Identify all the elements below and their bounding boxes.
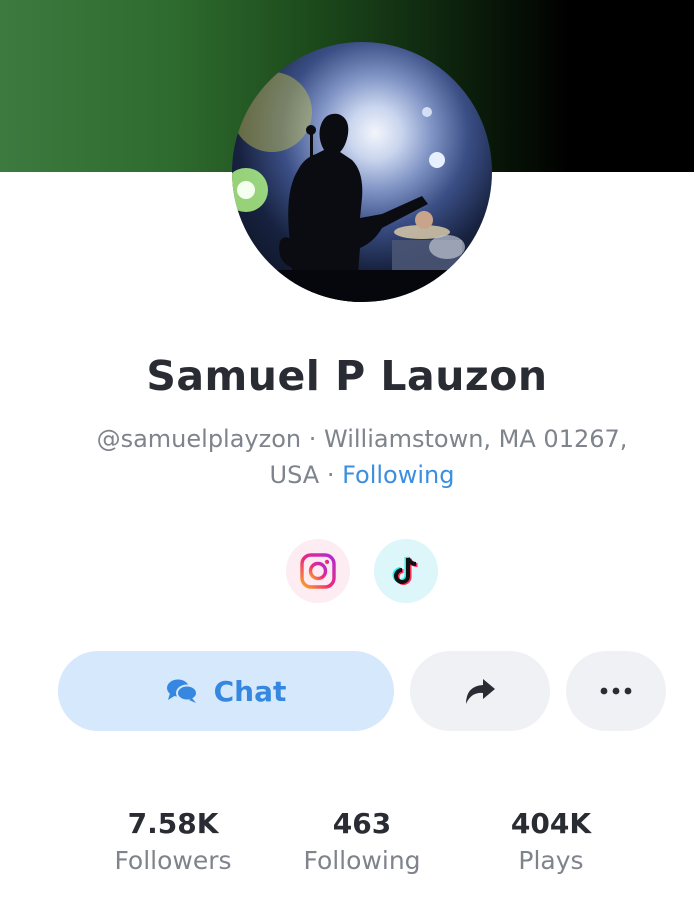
stat-label: Followers — [114, 846, 232, 875]
avatar-photo — [232, 72, 492, 302]
tiktok-icon — [392, 556, 418, 585]
profile-handle: @samuelplayzon — [96, 425, 302, 453]
stat-followers[interactable]: 7.58K Followers — [73, 806, 273, 880]
stat-value: 7.58K — [127, 807, 219, 840]
tiktok-link[interactable] — [374, 539, 438, 603]
follow-status-link[interactable]: Following — [342, 461, 454, 489]
chat-bubbles-icon — [166, 679, 198, 703]
profile-name: Samuel P Lauzon — [146, 352, 548, 400]
profile-meta: @samuelplayzon · Williamstown, MA 01267,… — [72, 421, 652, 493]
stat-label: Plays — [518, 846, 584, 875]
instagram-link[interactable] — [286, 539, 350, 603]
meta-separator: · — [301, 425, 325, 453]
share-arrow-icon — [466, 679, 495, 704]
stat-value: 404K — [510, 807, 592, 840]
profile-location-country: USA — [269, 461, 320, 489]
more-options-button[interactable] — [566, 651, 666, 731]
ellipsis-icon — [600, 687, 632, 695]
stat-following[interactable]: 463 Following — [262, 806, 462, 880]
chat-button[interactable]: Chat — [58, 651, 394, 731]
chat-button-label: Chat — [213, 674, 287, 708]
meta-separator: · — [319, 461, 343, 489]
avatar[interactable] — [232, 42, 492, 302]
stat-value: 463 — [332, 807, 392, 840]
profile-location: Williamstown, MA 01267, — [324, 425, 628, 453]
share-button[interactable] — [410, 651, 550, 731]
stat-label: Following — [303, 846, 421, 875]
stat-plays[interactable]: 404K Plays — [451, 806, 651, 880]
instagram-icon — [300, 553, 336, 589]
